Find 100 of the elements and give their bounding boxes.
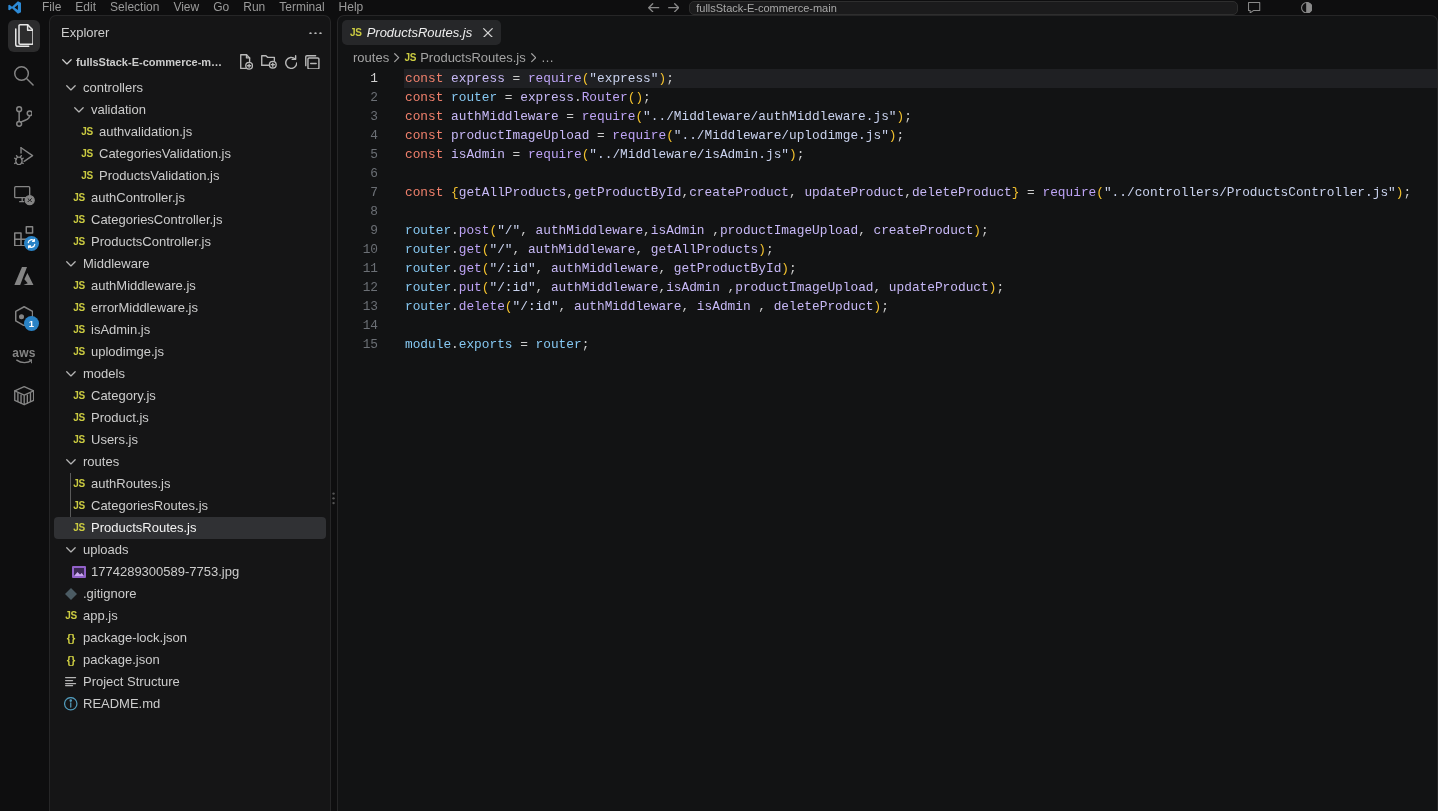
- activity-bar-button[interactable]: aws: [8, 340, 40, 372]
- line-number: 15: [361, 336, 378, 354]
- code-line: router.get("/", authMiddleware, getAllProducts);: [405, 242, 774, 257]
- folder-entry[interactable]: routes: [54, 451, 326, 473]
- line-number: 14: [361, 317, 378, 335]
- folder-entry[interactable]: controllers: [54, 77, 326, 99]
- activity-bar-button[interactable]: [8, 20, 40, 52]
- chevron-down-icon[interactable]: [66, 459, 76, 465]
- more-icon[interactable]: [309, 31, 322, 35]
- project-name[interactable]: fullsStack-E-commerce-m…: [76, 53, 223, 71]
- line-number: 3: [369, 108, 378, 126]
- line-number: 2: [369, 89, 378, 107]
- sync-badge-icon: [24, 236, 39, 251]
- js-icon: JS: [73, 281, 85, 291]
- code-line: router.delete("/:id", authMiddleware, isAdmin , deleteProduct);: [405, 299, 889, 314]
- menu-item[interactable]: Selection: [103, 0, 167, 15]
- menu-item[interactable]: Help: [331, 0, 371, 15]
- explorer-entry[interactable]: JS Product.js: [54, 407, 326, 429]
- folder-entry[interactable]: Middleware: [54, 253, 326, 275]
- breadcrumb-item[interactable]: …: [541, 48, 555, 68]
- picture-icon: [72, 566, 86, 578]
- line-number: 1: [369, 70, 378, 88]
- info-icon: [64, 697, 78, 711]
- line-number: 11: [361, 260, 378, 278]
- js-icon: JS: [65, 611, 77, 621]
- folder-entry[interactable]: uploads: [54, 539, 326, 561]
- menu-item[interactable]: Run: [236, 0, 273, 15]
- new-folder-icon[interactable]: [260, 55, 277, 69]
- js-icon: JS: [81, 127, 93, 137]
- explorer-entry[interactable]: JS authController.js: [54, 187, 326, 209]
- lines-icon: [65, 677, 77, 687]
- explorer-entry[interactable]: JS ProductsValidation.js: [54, 165, 326, 187]
- code-line: router.put("/:id", authMiddleware,isAdmin ,productImageUpload, updateProduct);: [405, 280, 1005, 295]
- js-icon: JS: [73, 303, 85, 313]
- app-logo-icon[interactable]: [8, 1, 22, 14]
- chat-icon[interactable]: [1248, 1, 1261, 14]
- code-line: const express = require("express");: [405, 71, 674, 86]
- explorer-entry[interactable]: {} package-lock.json: [54, 627, 326, 649]
- menu-item[interactable]: Terminal: [272, 0, 332, 15]
- explorer-entry[interactable]: JS authRoutes.js: [54, 473, 326, 495]
- search-field[interactable]: fullsStack-E-commerce-main: [689, 0, 1239, 15]
- explorer-entry[interactable]: JS authMiddleware.js: [54, 275, 326, 297]
- js-icon: JS: [73, 215, 85, 225]
- code-line: router.post("/", authMiddleware,isAdmin ,productImageUpload, createProduct);: [405, 223, 989, 238]
- hexagon-icon: [14, 305, 34, 327]
- explorer-entry[interactable]: JS ProductsRoutes.js: [54, 517, 326, 539]
- explorer-entry[interactable]: README.md: [54, 693, 326, 715]
- code-line: const productImageUpload = require("../Middleware/uplodimge.js");: [405, 128, 905, 143]
- explorer-entry[interactable]: JS CategoriesValidation.js: [54, 143, 326, 165]
- half-circle-icon[interactable]: [1300, 1, 1312, 14]
- activity-bar-button[interactable]: 1: [8, 300, 40, 332]
- chevron-down-icon[interactable]: [66, 85, 76, 91]
- explorer-entry[interactable]: JS authvalidation.js: [54, 121, 326, 143]
- chevron-down-icon[interactable]: [66, 547, 76, 553]
- code-line: const isAdmin = require("../Middleware/isAdmin.js");: [405, 147, 805, 162]
- code-line: const authMiddleware = require("../Middleware/authMiddleware.js");: [405, 109, 912, 124]
- chevron-down-icon[interactable]: [74, 107, 84, 113]
- breadcrumb-item[interactable]: routes: [353, 48, 390, 68]
- chevron-down-icon[interactable]: [62, 59, 72, 65]
- monitor-icon: [13, 186, 35, 206]
- line-number: 7: [369, 184, 378, 202]
- menu-item[interactable]: Go: [206, 0, 237, 15]
- explorer-entry[interactable]: JS ProductsController.js: [54, 231, 326, 253]
- explorer-entry[interactable]: {} package.json: [54, 649, 326, 671]
- arrow-left-icon[interactable]: [648, 2, 660, 13]
- arrow-right-icon[interactable]: [667, 2, 680, 13]
- chevron-down-icon[interactable]: [66, 371, 76, 377]
- explorer-entry[interactable]: JS CategoriesRoutes.js: [54, 495, 326, 517]
- search-icon: [14, 66, 34, 86]
- editor-tab[interactable]: JS ProductsRoutes.js: [342, 20, 502, 45]
- line-number: 5: [369, 146, 378, 164]
- explorer-entry[interactable]: 1774289300589-7753.jpg: [54, 561, 326, 583]
- breadcrumb-item[interactable]: JS ProductsRoutes.js: [404, 48, 526, 68]
- folder-entry[interactable]: validation: [54, 99, 326, 121]
- js-icon: JS: [73, 347, 85, 357]
- explorer-entry[interactable]: JS Users.js: [54, 429, 326, 451]
- explorer-entry[interactable]: JS uplodimge.js: [54, 341, 326, 363]
- explorer-entry[interactable]: JS isAdmin.js: [54, 319, 326, 341]
- explorer-entry[interactable]: JS errorMiddleware.js: [54, 297, 326, 319]
- menu-item[interactable]: Edit: [68, 0, 104, 15]
- menu-item[interactable]: File: [35, 0, 69, 15]
- refresh-icon[interactable]: [284, 54, 298, 70]
- close-icon[interactable]: [483, 27, 494, 38]
- explorer-entry[interactable]: .gitignore: [54, 583, 326, 605]
- explorer-entry[interactable]: JS CategoriesController.js: [54, 209, 326, 231]
- collapse-icon[interactable]: [305, 54, 320, 70]
- js-icon: JS: [404, 53, 417, 63]
- explorer-entry[interactable]: JS Category.js: [54, 385, 326, 407]
- menu-item[interactable]: View: [166, 0, 207, 15]
- folder-entry[interactable]: models: [54, 363, 326, 385]
- explorer-entry[interactable]: JS app.js: [54, 605, 326, 627]
- explorer-entry[interactable]: Project Structure: [54, 671, 326, 693]
- js-icon: JS: [73, 435, 85, 445]
- new-file-icon[interactable]: [239, 54, 253, 70]
- branch-icon: [15, 105, 33, 127]
- chevron-right-icon: [530, 53, 537, 63]
- line-number: 12: [361, 279, 378, 297]
- play-bug-icon: [14, 146, 34, 166]
- line-number: 6: [369, 165, 378, 183]
- chevron-down-icon[interactable]: [66, 261, 76, 267]
